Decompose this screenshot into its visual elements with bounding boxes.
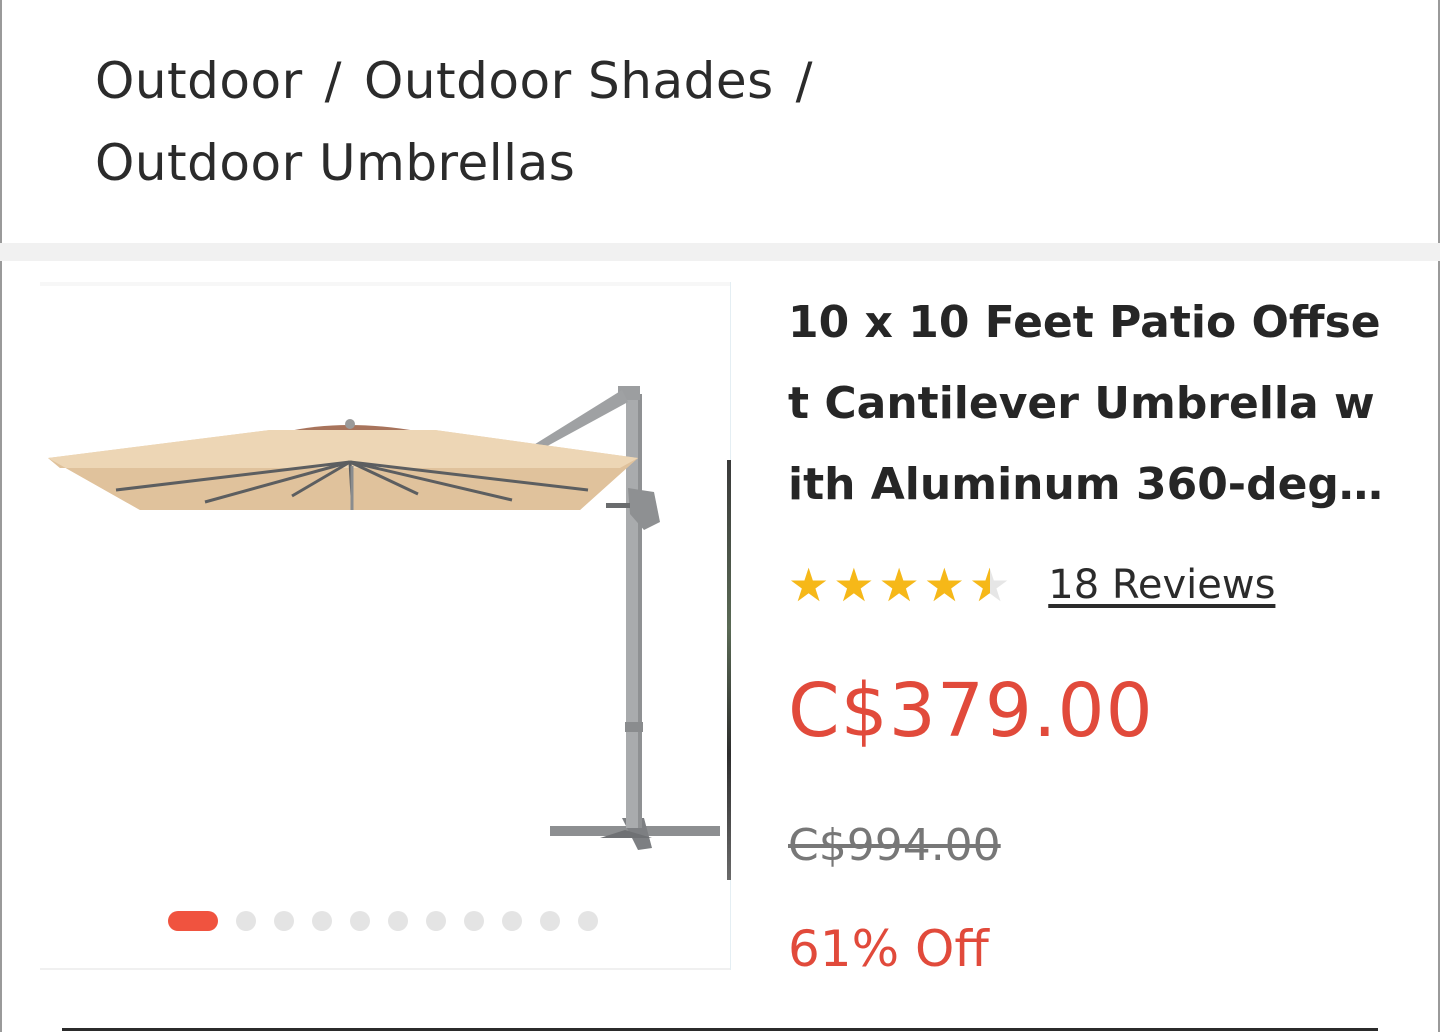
star-icon: ★★ <box>969 558 1011 612</box>
breadcrumb-separator: / <box>324 52 342 110</box>
carousel-dot[interactable] <box>578 911 598 931</box>
section-divider <box>0 243 1440 261</box>
carousel-dot[interactable] <box>502 911 522 931</box>
next-slide-preview[interactable] <box>727 460 731 880</box>
carousel-dot[interactable] <box>540 911 560 931</box>
star-icon: ★★ <box>833 558 875 612</box>
carousel-dot-active[interactable] <box>168 911 218 931</box>
breadcrumb-item-outdoor[interactable]: Outdoor <box>95 52 303 110</box>
discount-label: 61% Off <box>788 920 989 978</box>
product-title: 10 x 10 Feet Patio Offset Cantilever Umb… <box>788 297 1381 510</box>
star-icon: ★★ <box>878 558 920 612</box>
breadcrumb-separator: / <box>795 52 813 110</box>
original-price: C$994.00 <box>788 820 1001 871</box>
breadcrumb-item-outdoor-shades[interactable]: Outdoor Shades <box>364 52 774 110</box>
carousel-dot[interactable] <box>388 911 408 931</box>
carousel-indicators <box>168 910 616 932</box>
window-border-left <box>0 0 2 1032</box>
gallery-divider <box>40 968 730 970</box>
star-icon: ★★ <box>923 558 965 612</box>
breadcrumb: Outdoor / Outdoor Shades / Outdoor Umbrella… <box>95 40 1295 204</box>
star-icon: ★★ <box>788 558 830 612</box>
carousel-dot[interactable] <box>426 911 446 931</box>
carousel-dot[interactable] <box>236 911 256 931</box>
carousel-dot[interactable] <box>464 911 484 931</box>
carousel-dot[interactable] <box>312 911 332 931</box>
carousel-dot[interactable] <box>274 911 294 931</box>
rating-row: ★★★★★★★★★★ 18 Reviews <box>788 557 1275 613</box>
carousel-dot[interactable] <box>350 911 370 931</box>
product-image-gallery[interactable] <box>40 282 731 970</box>
reviews-link[interactable]: 18 Reviews <box>1048 562 1275 608</box>
current-price: C$379.00 <box>788 668 1154 754</box>
breadcrumb-item-outdoor-umbrellas[interactable]: Outdoor Umbrellas <box>95 134 575 192</box>
star-rating: ★★★★★★★★★★ <box>788 562 1014 608</box>
section-rule <box>62 1028 1378 1031</box>
product-image <box>40 282 730 850</box>
